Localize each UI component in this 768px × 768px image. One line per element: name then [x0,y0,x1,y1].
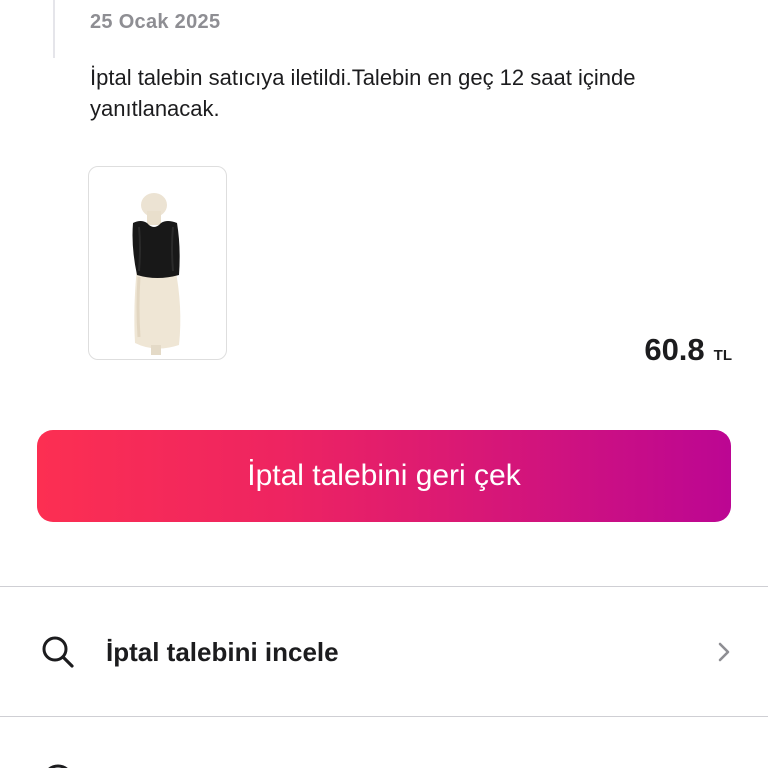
product-mannequin-illustration [132,193,181,355]
price-value: 60.8 [644,332,705,367]
menu-item-review-cancel-request[interactable]: İptal talebini incele [0,588,768,716]
search-icon [42,636,74,668]
partial-row-icon [48,764,68,768]
price-currency: TL [713,347,732,364]
menu-item-label: İptal talebini incele [106,637,339,667]
divider [0,716,768,717]
event-message: İptal talebin satıcıya iletildi.Talebin … [90,65,636,121]
product-image[interactable] [88,166,227,360]
cancel-request-detail: 25 Ocak 2025 İptal talebin satıcıya ilet… [0,0,768,768]
timeline-line [53,0,55,58]
divider [0,586,768,587]
withdraw-cancel-request-button[interactable]: İptal talebini geri çek [37,430,731,522]
product-price: 60.8 TL [644,332,732,368]
chevron-right-icon [718,642,730,662]
event-date: 25 Ocak 2025 [90,11,221,33]
